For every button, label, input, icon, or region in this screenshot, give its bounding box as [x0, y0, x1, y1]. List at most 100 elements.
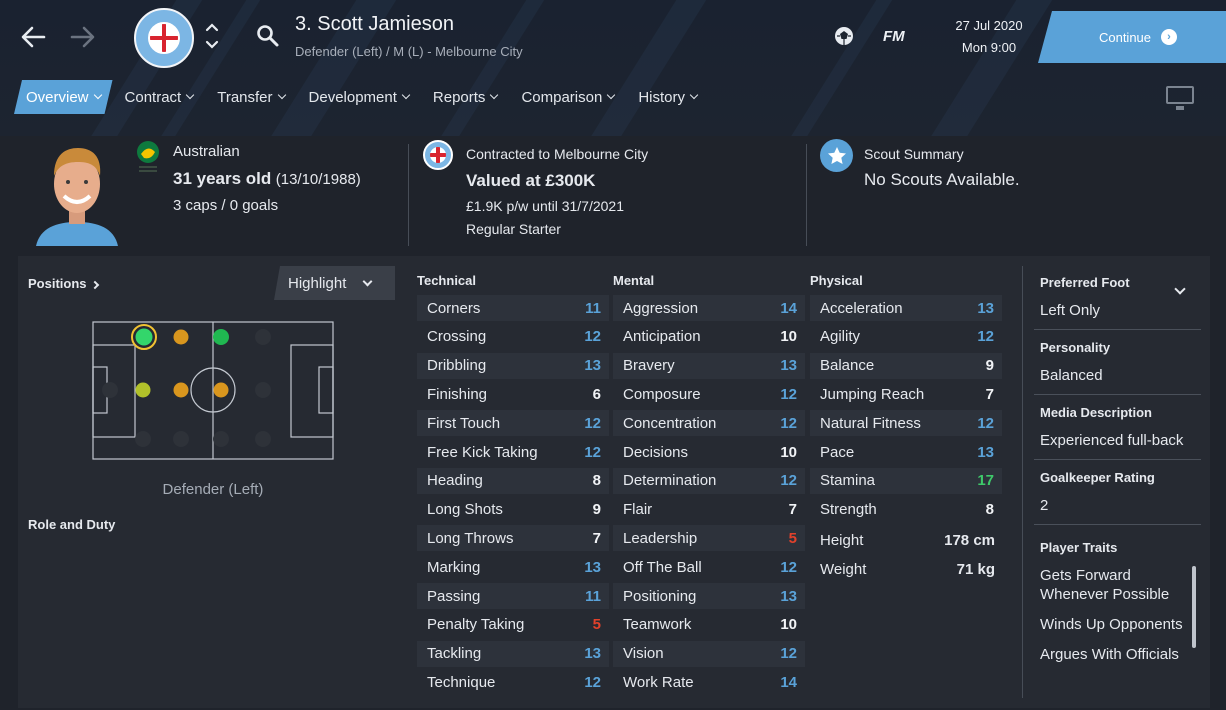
attribute-row[interactable]: Aggression 14 — [613, 295, 805, 321]
nationality-text: Australian — [173, 143, 240, 160]
chevron-down-icon — [490, 90, 499, 100]
tab-contract[interactable]: Contract — [113, 80, 206, 114]
attribute-row[interactable]: Long Shots 9 — [417, 497, 609, 523]
attribute-row[interactable]: Strength 8 — [810, 497, 1002, 523]
height-value: 178 cm — [944, 532, 995, 549]
positions-link[interactable]: Positions — [28, 276, 100, 291]
attribute-row[interactable]: Natural Fitness 12 — [810, 410, 1002, 437]
arrow-right-icon — [70, 26, 95, 48]
scout-summary-text: No Scouts Available. — [864, 170, 1020, 189]
game-date: 27 Jul 2020 — [955, 18, 1023, 33]
attribute-row[interactable]: Tackling 13 — [417, 640, 609, 667]
attribute-value: 10 — [780, 328, 797, 346]
attribute-value: 12 — [977, 328, 994, 346]
pitch-diagram — [92, 321, 334, 460]
chevron-right-circle-icon: › — [1161, 29, 1178, 45]
attribute-row[interactable]: Passing 11 — [417, 583, 609, 609]
attribute-row[interactable]: First Touch 12 — [417, 410, 609, 437]
attribute-value: 11 — [585, 299, 601, 317]
media-description-value: Experienced full-back — [1040, 432, 1184, 449]
trait-item: Argues With Officials — [1040, 646, 1179, 663]
player-switch[interactable] — [204, 20, 220, 57]
attribute-row[interactable]: Corners 11 — [417, 295, 609, 321]
tab-transfer[interactable]: Transfer — [205, 80, 296, 114]
attribute-value: 12 — [780, 414, 797, 432]
game-status-button[interactable] — [832, 24, 856, 53]
attribute-value: 13 — [780, 587, 797, 605]
attribute-row[interactable]: Acceleration 13 — [810, 295, 1002, 321]
attribute-row[interactable]: Balance 9 — [810, 352, 1002, 379]
attribute-name: Vision — [623, 645, 664, 663]
tab-development[interactable]: Development — [297, 80, 421, 114]
attribute-row[interactable]: Positioning 13 — [613, 583, 805, 609]
attribute-row[interactable]: Composure 12 — [613, 381, 805, 407]
scout-button[interactable] — [820, 139, 853, 172]
attribute-row[interactable]: Off The Ball 12 — [613, 554, 805, 580]
attribute-value: 13 — [977, 443, 994, 461]
attribute-row[interactable]: Finishing 6 — [417, 381, 609, 407]
sidebar-expand-button[interactable] — [1174, 280, 1186, 298]
attribute-row[interactable]: Pace 13 — [810, 439, 1002, 465]
arrow-left-icon — [21, 26, 46, 48]
attribute-name: Heading — [427, 472, 483, 490]
divider — [1034, 459, 1201, 460]
attribute-row[interactable]: Technique 12 — [417, 669, 609, 695]
tab-bar: Overview Contract Transfer Development R… — [14, 80, 709, 114]
fm-logo[interactable]: FM — [883, 28, 905, 45]
tab-comparison[interactable]: Comparison — [509, 80, 626, 114]
continue-button[interactable]: Continue › — [1038, 11, 1226, 63]
attribute-row[interactable]: Jumping Reach 7 — [810, 381, 1002, 407]
attribute-row[interactable]: Leadership 5 — [613, 525, 805, 552]
attribute-row[interactable]: Heading 8 — [417, 467, 609, 494]
attribute-name: Composure — [623, 385, 701, 403]
attribute-row[interactable]: Agility 12 — [810, 324, 1002, 350]
highlight-label: Highlight — [288, 274, 347, 292]
chevron-up-down-icon — [205, 23, 219, 49]
attribute-row[interactable]: Concentration 12 — [613, 410, 805, 437]
attribute-name: Acceleration — [820, 299, 903, 317]
attribute-row[interactable]: Crossing 12 — [417, 324, 609, 350]
attribute-row[interactable]: Flair 7 — [613, 497, 805, 523]
forward-button[interactable] — [66, 20, 100, 54]
attribute-name: Concentration — [623, 414, 717, 432]
attribute-row[interactable]: Stamina 17 — [810, 467, 1002, 494]
attribute-row[interactable]: Determination 12 — [613, 467, 805, 494]
nation-flag[interactable] — [135, 140, 161, 179]
attribute-row[interactable]: Anticipation 10 — [613, 324, 805, 350]
attribute-value: 13 — [977, 299, 994, 317]
attribute-name: Crossing — [427, 328, 487, 346]
back-button[interactable] — [16, 20, 50, 54]
player-traits-label: Player Traits — [1040, 540, 1118, 555]
attribute-name: Jumping Reach — [820, 385, 925, 403]
trait-item: Gets Forward Whenever Possible — [1040, 567, 1170, 603]
monitor-icon[interactable] — [1166, 86, 1194, 110]
search-button[interactable] — [256, 24, 280, 53]
tab-reports[interactable]: Reports — [421, 80, 510, 114]
attribute-row[interactable]: Work Rate 14 — [613, 669, 805, 695]
attribute-row[interactable]: Decisions 10 — [613, 439, 805, 465]
highlight-dropdown[interactable]: Highlight — [274, 266, 395, 300]
player-position-subtitle: Defender (Left) / M (L) - Melbourne City — [295, 44, 523, 59]
chevron-down-icon — [185, 90, 195, 100]
attribute-row[interactable]: Dribbling 13 — [417, 352, 609, 379]
football-icon — [835, 27, 853, 45]
club-badge[interactable] — [134, 8, 194, 68]
attribute-name: Off The Ball — [623, 558, 702, 576]
attribute-row[interactable]: Long Throws 7 — [417, 525, 609, 552]
club-small-badge[interactable] — [423, 140, 453, 170]
player-photo[interactable] — [36, 142, 118, 246]
attribute-row[interactable]: Bravery 13 — [613, 352, 805, 379]
attribute-row[interactable]: Vision 12 — [613, 640, 805, 667]
media-description-label: Media Description — [1040, 405, 1152, 420]
attribute-row[interactable]: Free Kick Taking 12 — [417, 439, 609, 465]
attribute-row[interactable]: Teamwork 10 — [613, 612, 805, 638]
attribute-name: Determination — [623, 472, 717, 490]
tab-history[interactable]: History — [626, 80, 709, 114]
attribute-name: Positioning — [623, 587, 697, 605]
attribute-row[interactable]: Penalty Taking 5 — [417, 612, 609, 638]
traits-scrollbar[interactable] — [1192, 566, 1196, 648]
attribute-row[interactable]: Marking 13 — [417, 554, 609, 580]
player-traits-list[interactable]: Gets Forward Whenever Possible Winds Up … — [1040, 566, 1188, 696]
attribute-name: Balance — [820, 357, 875, 375]
tab-overview[interactable]: Overview — [14, 80, 113, 114]
